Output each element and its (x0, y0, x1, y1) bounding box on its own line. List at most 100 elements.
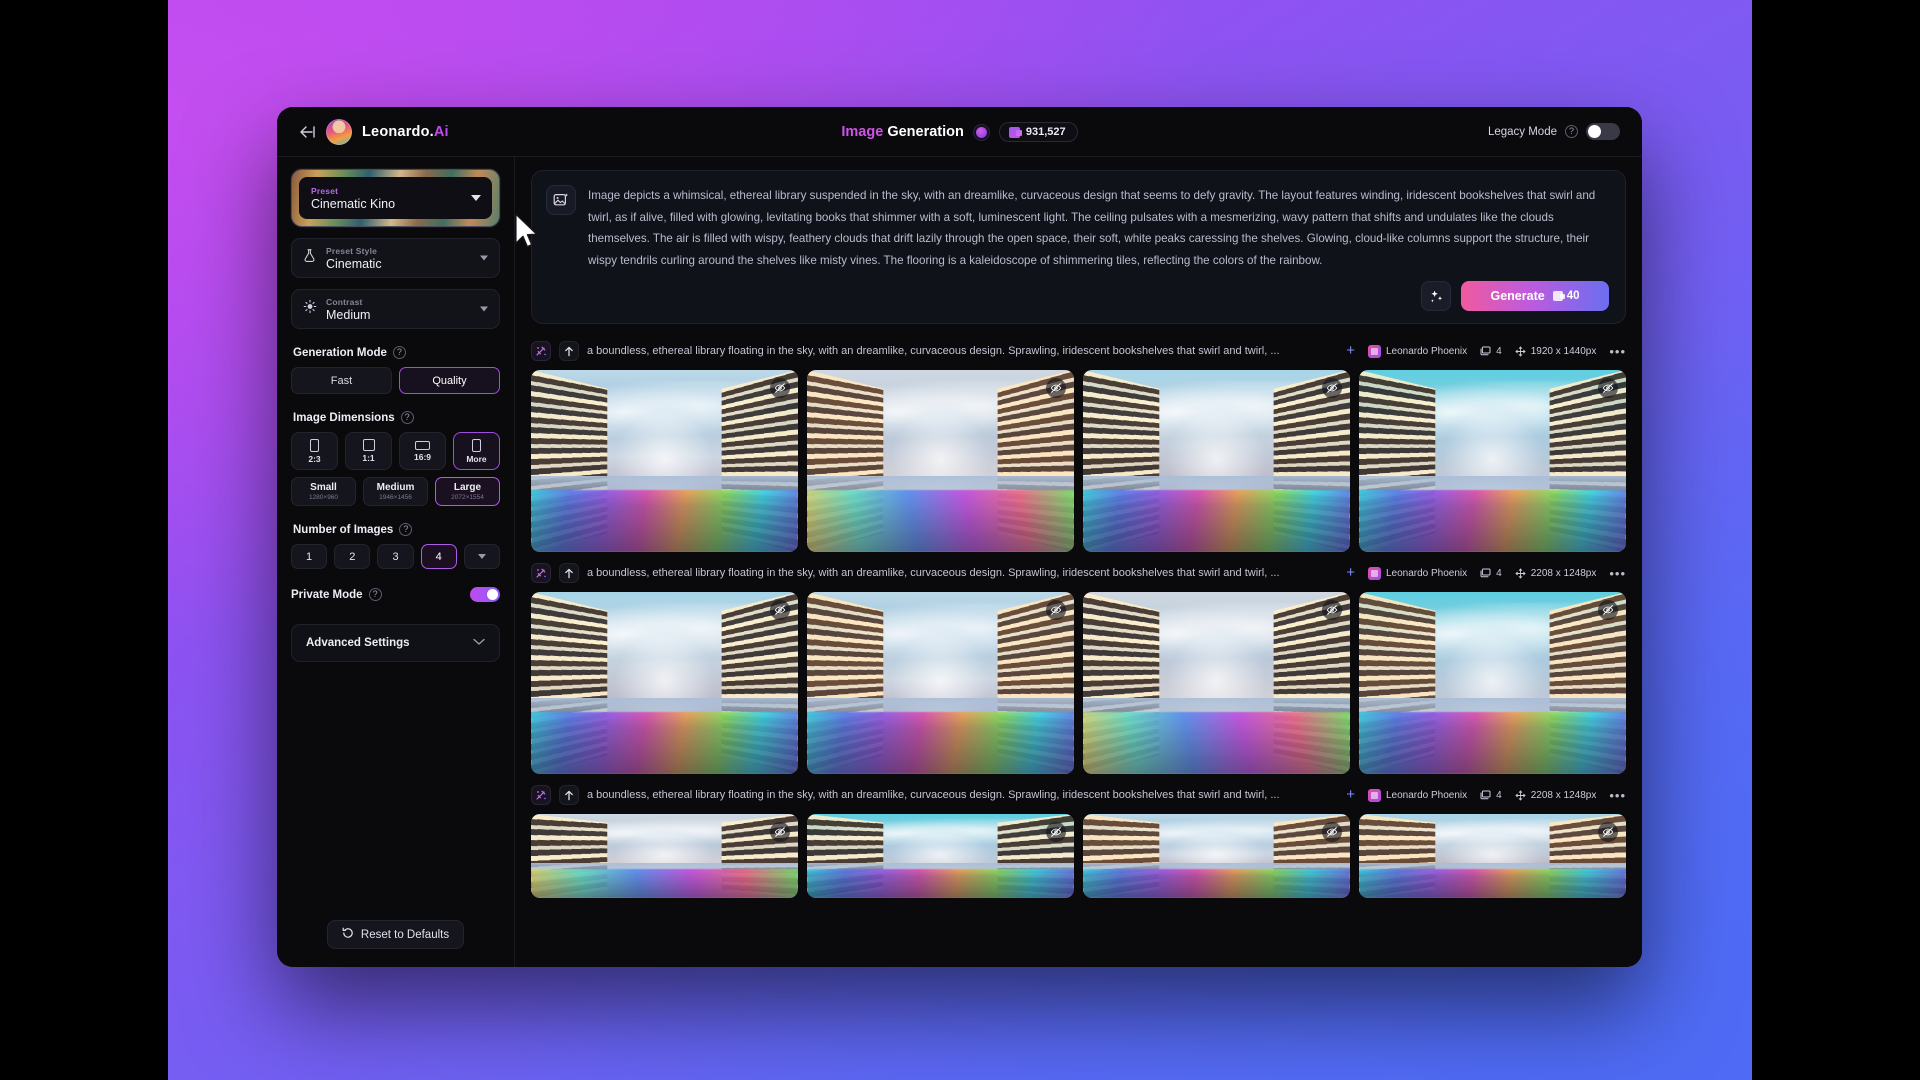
number-of-images-header: Number of Images ? (293, 523, 500, 536)
legacy-mode-help-icon[interactable]: ? (1565, 125, 1578, 138)
image-dimensions-help-icon[interactable]: ? (400, 411, 414, 424)
result-row-model[interactable]: Leonardo Phoenix (1367, 788, 1467, 802)
eye-off-icon[interactable] (1322, 600, 1342, 620)
number-of-images-3[interactable]: 3 (377, 544, 414, 569)
number-of-images-2[interactable]: 2 (334, 544, 371, 569)
chevron-down-icon[interactable] (480, 255, 488, 261)
variation-icon[interactable] (531, 563, 551, 583)
image-prompt-icon[interactable] (546, 185, 576, 215)
prompt-box[interactable]: Image depicts a whimsical, ethereal libr… (531, 170, 1626, 324)
eye-off-icon[interactable] (1046, 378, 1066, 398)
eye-off-icon[interactable] (770, 600, 790, 620)
legacy-mode-label: Legacy Mode (1487, 125, 1557, 138)
eye-off-icon[interactable] (1322, 822, 1342, 842)
result-row-resolution-value: 2208 x 1248px (1530, 789, 1597, 801)
flask-icon (303, 249, 316, 268)
plus-icon[interactable]: + (1346, 343, 1355, 358)
ellipsis-icon[interactable]: ••• (1609, 566, 1626, 581)
chevron-down-icon[interactable] (480, 306, 488, 312)
result-row-resolution: 2208 x 1248px (1515, 789, 1597, 801)
result-thumbnail[interactable] (1083, 814, 1350, 898)
result-thumbnail[interactable] (531, 370, 798, 552)
help-circle-icon[interactable] (972, 123, 990, 141)
generation-mode-fast[interactable]: Fast (291, 367, 392, 394)
upscale-arrow-icon[interactable] (559, 785, 579, 805)
eye-off-icon[interactable] (1046, 600, 1066, 620)
result-thumbnail[interactable] (807, 814, 1074, 898)
aspect-ratio-2-3[interactable]: 2:3 (291, 432, 338, 470)
eye-off-icon[interactable] (1598, 378, 1618, 398)
result-row-model-label: Leonardo Phoenix (1385, 345, 1468, 357)
private-mode-help-icon[interactable]: ? (368, 588, 382, 601)
generation-mode-quality[interactable]: Quality (399, 367, 500, 394)
legacy-mode-toggle[interactable] (1586, 123, 1620, 140)
square-icon (362, 439, 375, 451)
aspect-ratio-1-1-label: 1:1 (362, 453, 375, 463)
advanced-settings-accordion[interactable]: Advanced Settings (291, 624, 500, 662)
preset-card[interactable]: Preset Cinematic Kino (291, 169, 500, 227)
eye-off-icon[interactable] (1046, 822, 1066, 842)
result-thumbnail[interactable] (1359, 814, 1626, 898)
result-row-count: 4 (1480, 568, 1502, 579)
result-thumbnail[interactable] (1359, 370, 1626, 552)
chevron-down-icon[interactable] (471, 195, 481, 201)
number-of-images-more[interactable] (463, 544, 501, 569)
reset-to-defaults-button[interactable]: Reset to Defaults (326, 920, 465, 949)
back-arrow-icon[interactable] (299, 125, 316, 138)
plus-icon[interactable]: + (1346, 565, 1355, 580)
credits-chip[interactable]: 931,527 (998, 122, 1078, 142)
sparkles-icon[interactable] (1421, 281, 1451, 311)
variation-icon[interactable] (531, 785, 551, 805)
private-mode-label: Private Mode (291, 588, 363, 601)
preset-style-field[interactable]: Preset Style Cinematic (291, 238, 500, 278)
ellipsis-icon[interactable]: ••• (1609, 344, 1626, 359)
aspect-ratio-more[interactable]: More (453, 432, 500, 470)
brand-title: Leonardo.Ai (362, 124, 449, 140)
images-icon (1480, 346, 1491, 356)
size-large[interactable]: Large 2072×1554 (435, 477, 500, 506)
eye-off-icon[interactable] (770, 378, 790, 398)
prompt-actions: Generate 40 (588, 281, 1609, 311)
contrast-field[interactable]: Contrast Medium (291, 289, 500, 329)
eye-off-icon[interactable] (1598, 822, 1618, 842)
upscale-arrow-icon[interactable] (559, 563, 579, 583)
result-row-model[interactable]: Leonardo Phoenix (1367, 566, 1467, 580)
result-thumbnail[interactable] (1083, 370, 1350, 552)
avatar[interactable] (326, 118, 352, 145)
result-thumbnail[interactable] (1359, 592, 1626, 774)
private-mode-toggle[interactable] (470, 587, 500, 602)
result-thumbnail[interactable] (807, 592, 1074, 774)
topbar-right: Legacy Mode ? (1488, 123, 1620, 140)
aspect-ratio-16-9[interactable]: 16:9 (399, 432, 446, 470)
eye-off-icon[interactable] (1322, 378, 1342, 398)
result-row-resolution: 1920 x 1440px (1515, 346, 1596, 357)
size-small[interactable]: Small 1280×960 (291, 477, 356, 506)
number-of-images-1[interactable]: 1 (291, 544, 328, 569)
eye-off-icon[interactable] (1598, 600, 1618, 620)
leonardo-phoenix-icon (1367, 566, 1381, 580)
result-thumbnails (531, 814, 1626, 898)
generation-mode-help-icon[interactable]: ? (392, 346, 406, 359)
plus-icon[interactable]: + (1346, 787, 1355, 802)
result-row-model[interactable]: Leonardo Phoenix (1367, 344, 1468, 358)
number-of-images-help-icon[interactable]: ? (399, 523, 413, 536)
size-options: Small 1280×960 Medium 1946×1456 Large 20… (291, 477, 500, 506)
reset-icon (342, 927, 354, 942)
settings-sidebar: Preset Cinematic Kino Preset Style Cinem… (277, 157, 515, 967)
ellipsis-icon[interactable]: ••• (1609, 788, 1626, 803)
prompt-body: Image depicts a whimsical, ethereal libr… (588, 185, 1609, 311)
generate-button[interactable]: Generate 40 (1461, 281, 1609, 311)
aspect-ratio-16-9-label: 16:9 (413, 451, 431, 462)
result-thumbnail[interactable] (531, 814, 798, 898)
variation-icon[interactable] (531, 341, 551, 361)
size-medium[interactable]: Medium 1946×1456 (363, 477, 428, 506)
upscale-arrow-icon[interactable] (559, 341, 579, 361)
eye-off-icon[interactable] (770, 822, 790, 842)
result-thumbnail[interactable] (807, 370, 1074, 552)
result-thumbnail[interactable] (1083, 592, 1350, 774)
resize-icon (1515, 346, 1526, 356)
result-thumbnail[interactable] (531, 592, 798, 774)
number-of-images-4[interactable]: 4 (420, 544, 457, 569)
prompt-text[interactable]: Image depicts a whimsical, ethereal libr… (588, 185, 1609, 271)
aspect-ratio-1-1[interactable]: 1:1 (345, 432, 392, 470)
